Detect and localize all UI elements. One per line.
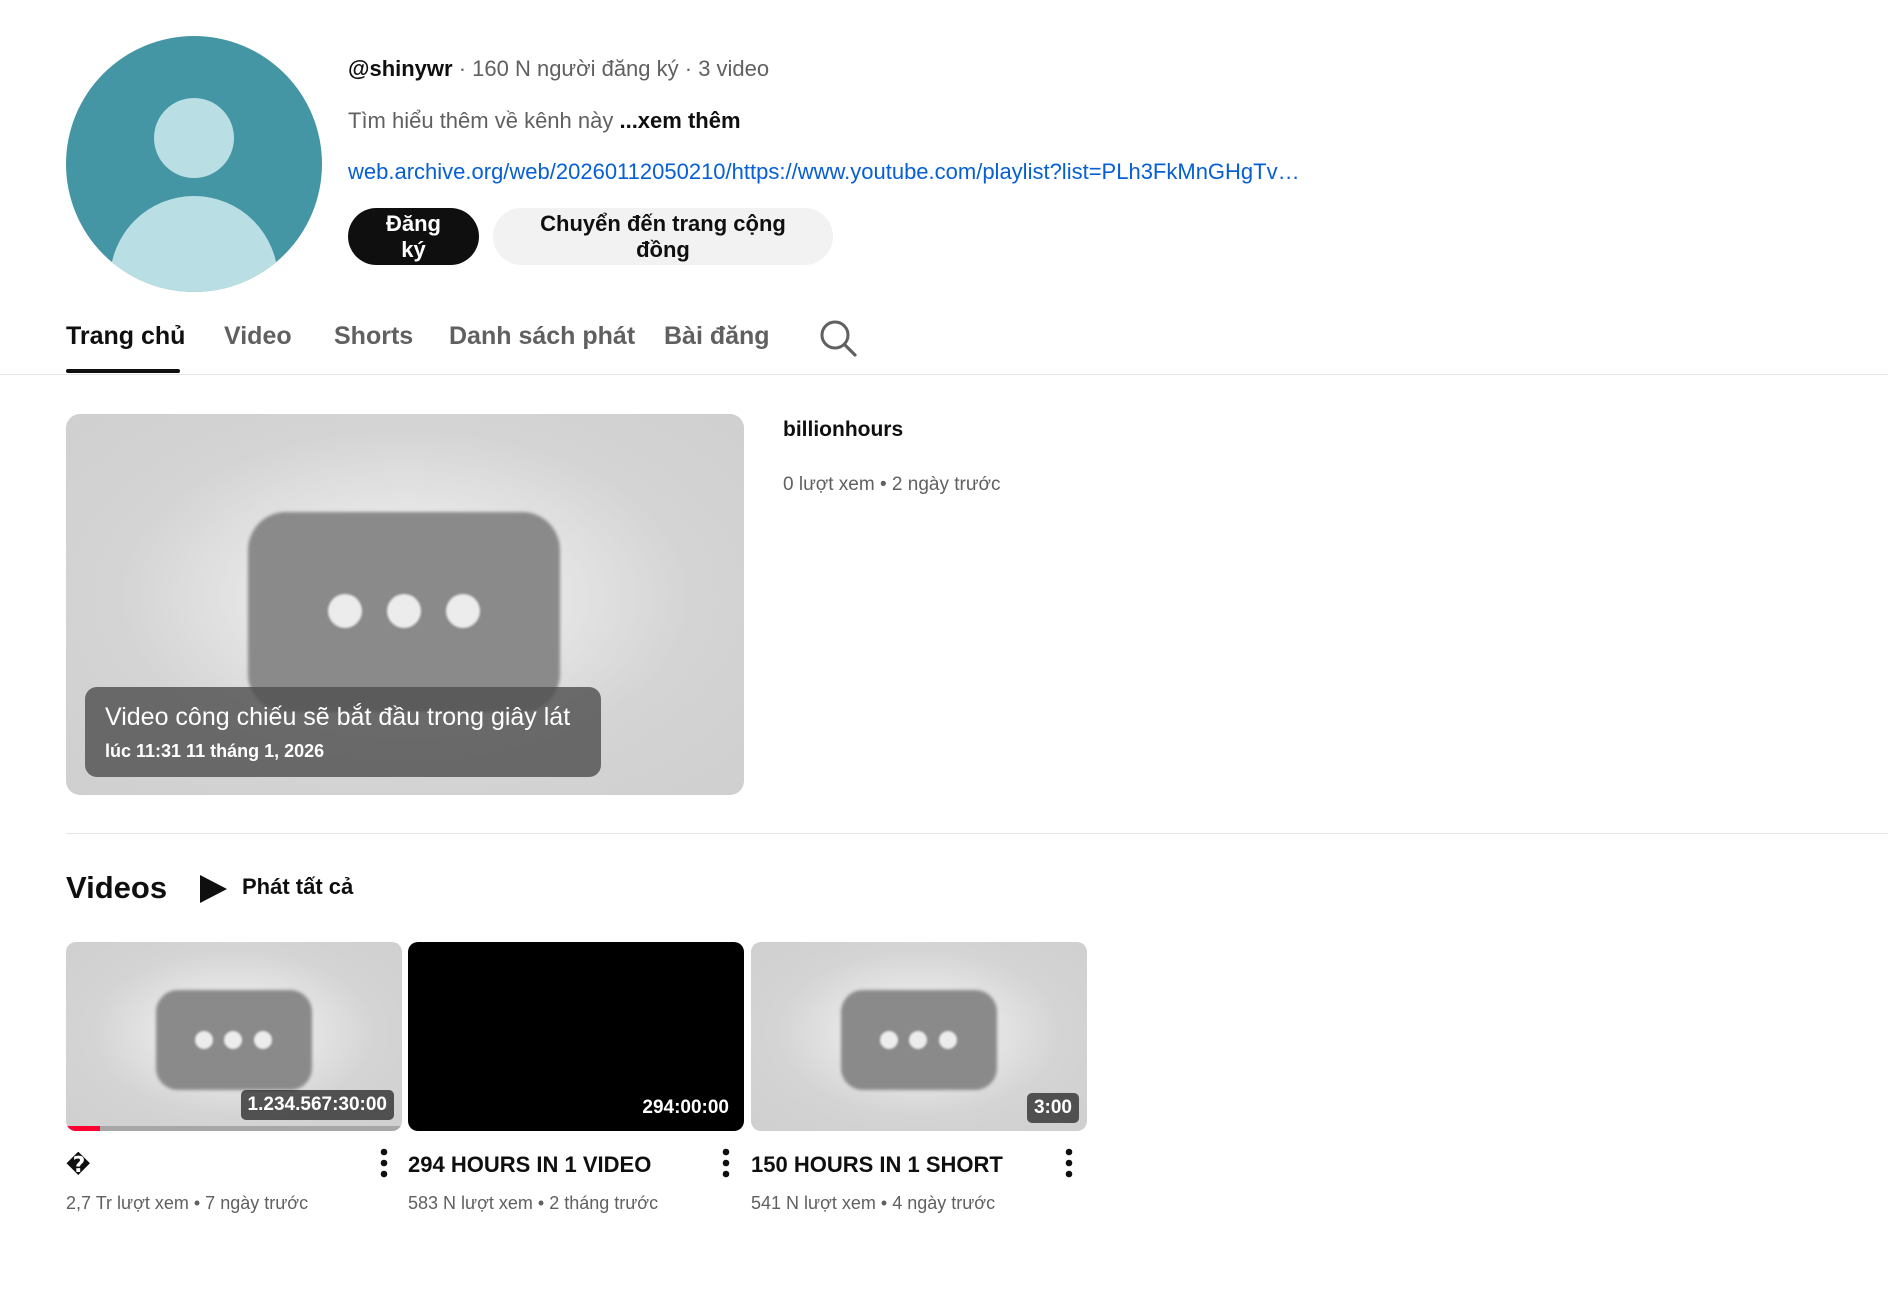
videos-shelf-title: Videos [66,870,168,905]
premiere-time: lúc 11:31 11 tháng 1, 2026 [105,741,325,761]
community-button[interactable]: Chuyển đến trang cộng đồng [493,208,833,265]
video-card: 294:00:00 294 HOURS IN 1 VIDEO 583 N lượ… [408,942,744,1232]
tab-playlists[interactable]: Danh sách phát [449,322,635,351]
placeholder-dot [880,1031,898,1049]
duration-badge: 3:00 [1026,1093,1079,1123]
video-meta: 541 N lượt xem • 4 ngày trước [751,1193,996,1213]
featured-video-title[interactable]: billionhours [783,418,903,442]
section-divider [66,833,1888,834]
video-thumbnail[interactable]: 294:00:00 [408,942,744,1131]
video-title[interactable]: 294 HOURS IN 1 VIDEO [408,1152,698,1178]
placeholder-dot [446,594,480,628]
video-card: 1.234.567:30:00 � 2,7 Tr lượt xem • 7 ng… [66,942,402,1232]
watch-progress-fill [66,1126,100,1131]
placeholder-dot [254,1031,272,1049]
channel-description[interactable]: Tìm hiểu thêm về kênh này ...xem thêm [348,108,741,134]
video-card: 3:00 150 HOURS IN 1 SHORT 541 N lượt xem… [751,942,1087,1232]
placeholder-dot [224,1031,242,1049]
subscribe-button[interactable]: Đăng ký [348,208,479,265]
placeholder-dot [328,594,362,628]
play-icon [200,875,227,903]
placeholder-dot [939,1031,957,1049]
placeholder-dot [387,594,421,628]
channel-avatar[interactable] [66,36,322,292]
video-meta: 2,7 Tr lượt xem • 7 ngày trước [66,1193,309,1213]
watch-progress-track [66,1126,402,1131]
video-meta: 583 N lượt xem • 2 tháng trước [408,1193,659,1213]
tabs-divider [0,374,1888,375]
channel-stats: · 160 N người đăng ký · 3 video [452,56,770,81]
tab-active-indicator [66,369,180,373]
video-title[interactable]: � [66,1152,356,1178]
more-options-icon[interactable] [710,1144,742,1182]
more-options-icon[interactable] [368,1144,400,1182]
video-title[interactable]: 150 HOURS IN 1 SHORT [751,1152,1041,1178]
placeholder-dot [195,1031,213,1049]
premiere-text: Video công chiếu sẽ bắt đầu trong giây l… [105,703,571,731]
tab-shorts[interactable]: Shorts [334,322,413,351]
duration-badge: 294:00:00 [635,1093,736,1123]
featured-video-thumbnail[interactable]: Video công chiếu sẽ bắt đầu trong giây l… [66,414,744,795]
tab-posts[interactable]: Bài đăng [664,322,770,351]
channel-link[interactable]: web.archive.org/web/20260112050210/https… [348,159,1308,185]
tab-home[interactable]: Trang chủ [66,322,185,351]
see-more-link[interactable]: ...xem thêm [619,108,740,133]
avatar-head-shape [154,98,234,178]
channel-meta: @shinywr · 160 N người đăng ký · 3 video [348,56,769,82]
tab-videos[interactable]: Video [224,322,292,351]
play-all-label: Phát tất cả [242,874,354,899]
channel-handle: @shinywr [348,56,453,81]
duration-badge: 1.234.567:30:00 [240,1090,394,1120]
channel-page: @shinywr · 160 N người đăng ký · 3 video… [0,0,1888,1306]
video-thumbnail[interactable]: 1.234.567:30:00 [66,942,402,1131]
video-thumbnail[interactable]: 3:00 [751,942,1087,1131]
featured-video-meta: 0 lượt xem • 2 ngày trước [783,474,1001,495]
premiere-overlay: Video công chiếu sẽ bắt đầu trong giây l… [85,687,601,777]
more-options-icon[interactable] [1053,1144,1085,1182]
placeholder-dot [909,1031,927,1049]
channel-description-text: Tìm hiểu thêm về kênh này [348,108,620,133]
avatar-body-shape [110,196,278,292]
search-icon[interactable] [818,318,858,358]
